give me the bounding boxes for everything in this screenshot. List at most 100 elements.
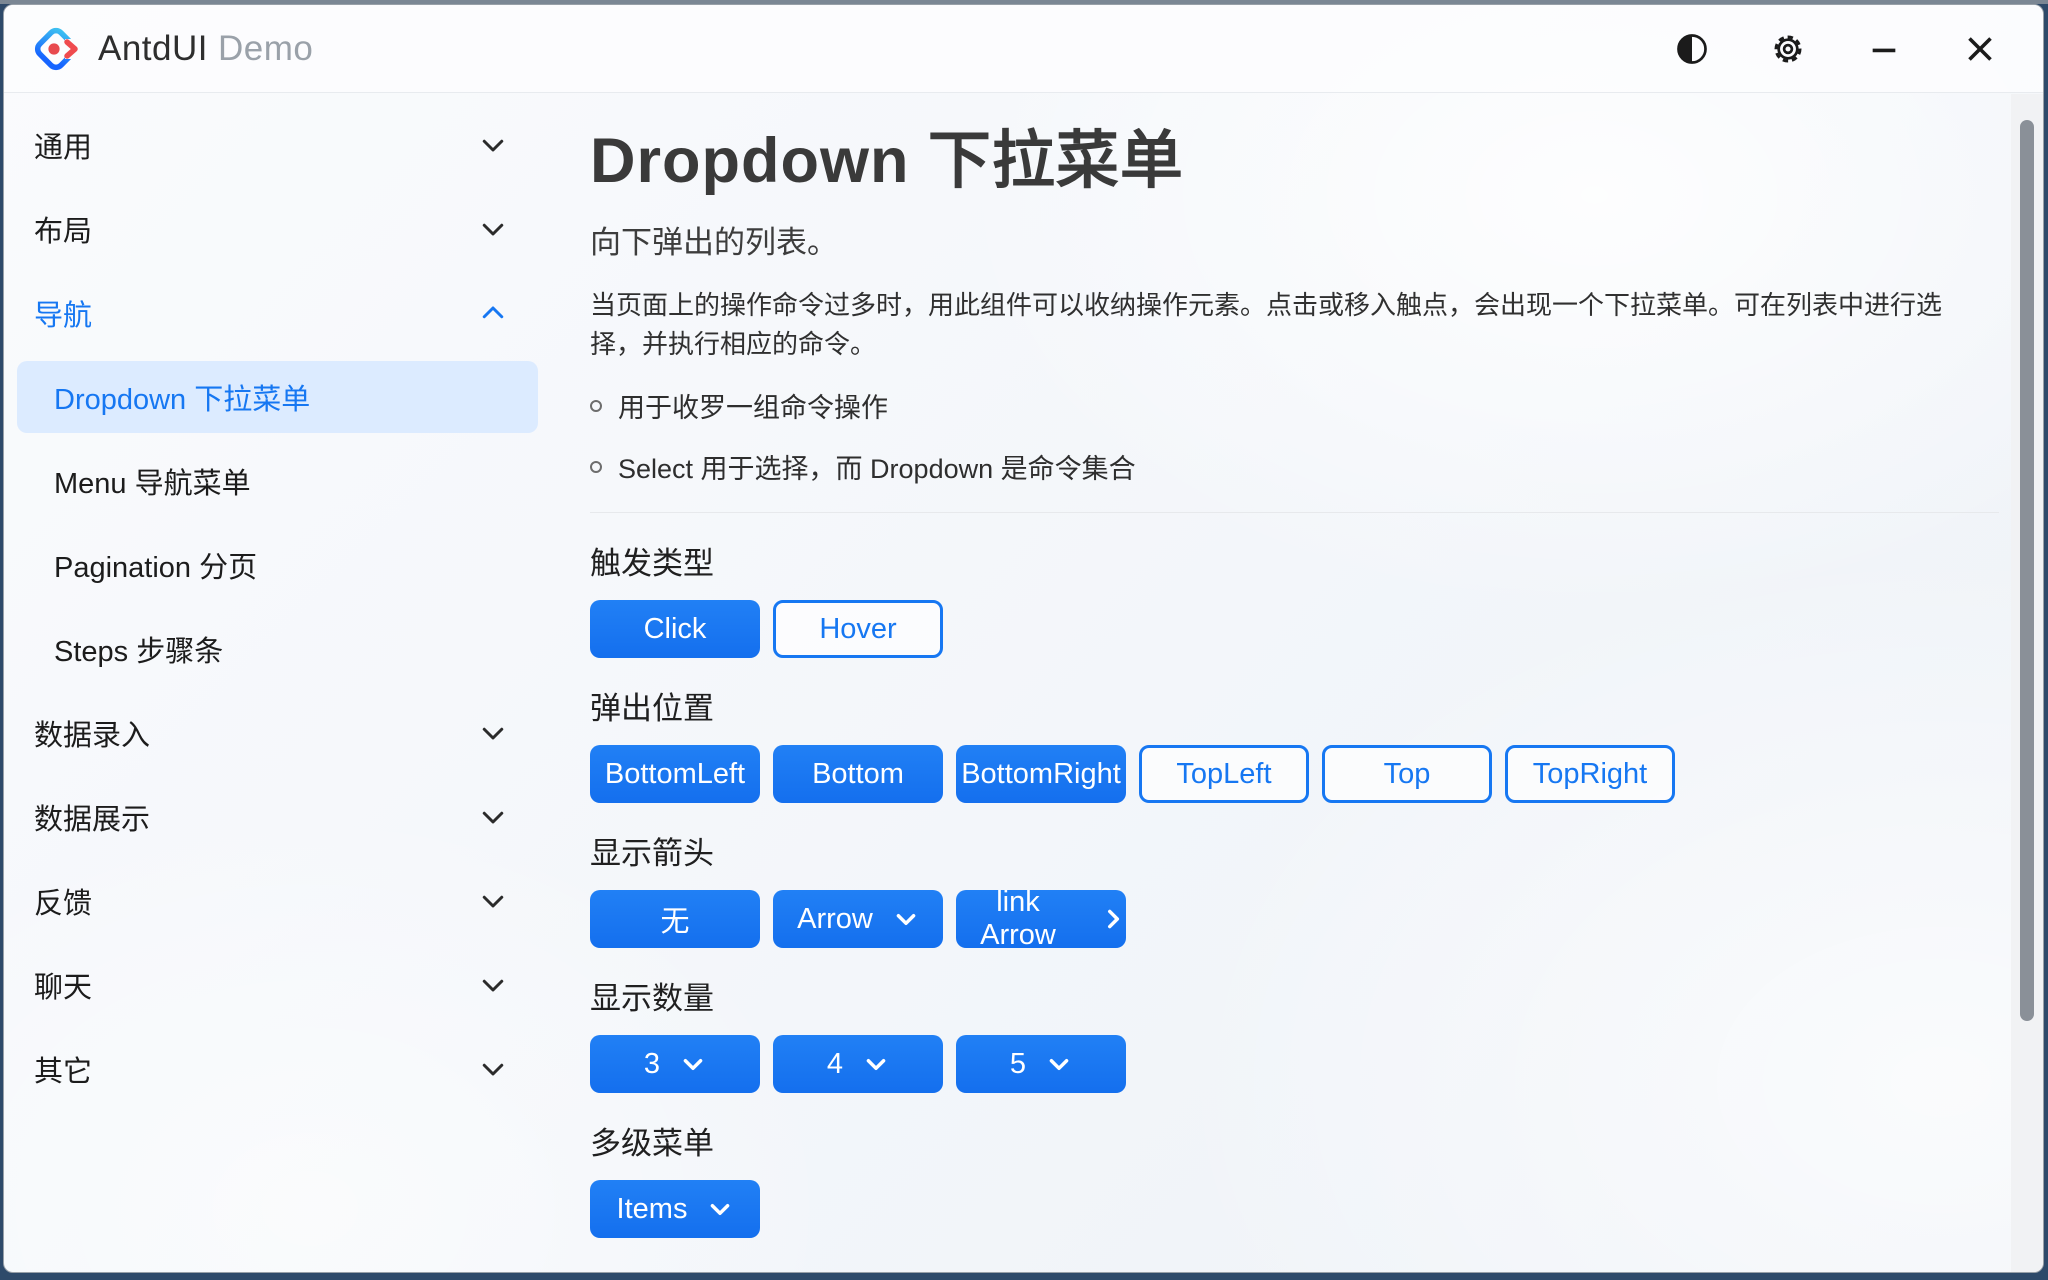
section-title-trigger-type: 触发类型	[590, 538, 1951, 583]
chevron-down-icon	[478, 130, 508, 160]
scrollbar-thumb[interactable]	[2020, 120, 2034, 1021]
hover-trigger-button[interactable]: Hover	[773, 600, 943, 658]
sidebar-group-label: 通用	[34, 124, 478, 166]
chevron-down-icon	[478, 886, 508, 916]
multilevel-menu-buttons: Items	[590, 1180, 1951, 1238]
close-icon	[1962, 31, 1998, 67]
sidebar-item-label: Pagination 分页	[54, 544, 508, 586]
sidebar-group-layout[interactable]: 布局	[4, 187, 552, 271]
link-arrow-button[interactable]: link Arrow	[956, 890, 1126, 948]
click-trigger-button[interactable]: Click	[590, 600, 760, 658]
chevron-down-icon	[478, 214, 508, 244]
arrow-button[interactable]: Arrow	[773, 890, 943, 948]
sidebar-group-data-display[interactable]: 数据展示	[4, 775, 552, 859]
chevron-down-icon	[863, 1051, 889, 1077]
button-label: 4	[827, 1048, 843, 1081]
sidebar-item-label: Steps 步骤条	[54, 628, 508, 670]
app-logo-icon	[32, 25, 80, 73]
show-arrow-buttons: 无 Arrow link Arrow	[590, 890, 1951, 948]
button-label: Click	[644, 613, 707, 646]
items-dropdown[interactable]: Items	[590, 1180, 760, 1238]
app-name-suffix: Demo	[218, 29, 313, 68]
scrollbar[interactable]	[2011, 94, 2043, 1272]
section-title-display-count: 显示数量	[590, 973, 1951, 1018]
chevron-up-icon	[478, 298, 508, 328]
button-label: Items	[617, 1193, 688, 1226]
button-label: Hover	[819, 613, 896, 646]
section-title-icon-menu: 图标菜单	[590, 1264, 1951, 1272]
button-label: TopLeft	[1176, 758, 1271, 791]
section-title-popup-position: 弹出位置	[590, 683, 1951, 728]
sidebar-group-label: 其它	[34, 1048, 478, 1090]
chevron-down-icon	[893, 906, 919, 932]
gear-icon	[1770, 31, 1806, 67]
sidebar-group-navigation[interactable]: 导航	[4, 271, 552, 355]
count-4-dropdown[interactable]: 4	[773, 1035, 943, 1093]
sidebar-item-label: Dropdown 下拉菜单	[54, 376, 508, 418]
settings-button[interactable]	[1753, 19, 1823, 79]
trigger-type-buttons: Click Hover	[590, 600, 1951, 658]
button-label: 无	[660, 898, 689, 940]
app-name: AntdUI	[98, 29, 208, 68]
sidebar-item-pagination[interactable]: Pagination 分页	[4, 523, 552, 607]
bullet-item: 用于收罗一组命令操作	[590, 386, 1951, 425]
sidebar-group-label: 数据展示	[34, 796, 478, 838]
count-5-dropdown[interactable]: 5	[956, 1035, 1126, 1093]
button-label: Top	[1384, 758, 1431, 791]
page-description: 当页面上的操作命令过多时，用此组件可以收纳操作元素。点击或移入触点，会出现一个下…	[590, 286, 1951, 364]
minimize-icon	[1867, 32, 1901, 66]
section-title-multilevel-menu: 多级菜单	[590, 1118, 1951, 1163]
chevron-down-icon	[478, 970, 508, 1000]
sidebar-group-label: 布局	[34, 208, 478, 250]
topleft-position-button[interactable]: TopLeft	[1139, 745, 1309, 803]
bullet-text: Select 用于选择，而 Dropdown 是命令集合	[618, 447, 1136, 486]
sidebar-group-other[interactable]: 其它	[4, 1027, 552, 1111]
popup-position-buttons: BottomLeft Bottom BottomRight TopLeft To…	[590, 745, 1951, 803]
button-label: Arrow	[797, 903, 873, 936]
sidebar: 通用 布局 导航 Dropdown 下拉菜单 Menu 导航菜单 Paginat…	[4, 94, 552, 1272]
topright-position-button[interactable]: TopRight	[1505, 745, 1675, 803]
minimize-button[interactable]	[1849, 19, 1919, 79]
section-divider	[590, 512, 1999, 513]
bullet-text: 用于收罗一组命令操作	[618, 386, 888, 425]
button-label: 3	[644, 1048, 660, 1081]
titlebar: AntdUI Demo	[4, 5, 2043, 93]
chevron-down-icon	[478, 802, 508, 832]
chevron-down-icon	[1046, 1051, 1072, 1077]
page-subtitle: 向下弹出的列表。	[590, 217, 1951, 262]
sidebar-group-data-entry[interactable]: 数据录入	[4, 691, 552, 775]
button-label: BottomLeft	[605, 758, 745, 791]
bottomright-position-button[interactable]: BottomRight	[956, 745, 1126, 803]
app-window: AntdUI Demo	[3, 4, 2044, 1273]
main-content: Dropdown 下拉菜单 向下弹出的列表。 当页面上的操作命令过多时，用此组件…	[552, 94, 2011, 1272]
sidebar-item-menu[interactable]: Menu 导航菜单	[4, 439, 552, 523]
section-title-show-arrow: 显示箭头	[590, 828, 1951, 873]
sidebar-group-chat[interactable]: 聊天	[4, 943, 552, 1027]
display-count-buttons: 3 4 5	[590, 1035, 1951, 1093]
button-label: Bottom	[812, 758, 904, 791]
bottom-position-button[interactable]: Bottom	[773, 745, 943, 803]
sidebar-group-label: 导航	[34, 292, 478, 334]
sidebar-item-steps[interactable]: Steps 步骤条	[4, 607, 552, 691]
bullet-item: Select 用于选择，而 Dropdown 是命令集合	[590, 447, 1951, 486]
app-title: AntdUI Demo	[98, 29, 313, 69]
button-label: link Arrow	[956, 886, 1080, 952]
close-button[interactable]	[1945, 19, 2015, 79]
sidebar-item-dropdown[interactable]: Dropdown 下拉菜单	[4, 355, 552, 439]
sidebar-group-general[interactable]: 通用	[4, 103, 552, 187]
count-3-dropdown[interactable]: 3	[590, 1035, 760, 1093]
chevron-right-icon	[1100, 906, 1126, 932]
top-position-button[interactable]: Top	[1322, 745, 1492, 803]
no-arrow-button[interactable]: 无	[590, 890, 760, 948]
sidebar-group-label: 数据录入	[34, 712, 478, 754]
chevron-down-icon	[680, 1051, 706, 1077]
bullet-circle-icon	[590, 461, 602, 473]
half-moon-icon	[1674, 31, 1710, 67]
sidebar-group-label: 聊天	[34, 964, 478, 1006]
theme-toggle-button[interactable]	[1657, 19, 1727, 79]
bottomleft-position-button[interactable]: BottomLeft	[590, 745, 760, 803]
sidebar-group-feedback[interactable]: 反馈	[4, 859, 552, 943]
chevron-down-icon	[478, 1054, 508, 1084]
chevron-down-icon	[707, 1196, 733, 1222]
bullet-circle-icon	[590, 400, 602, 412]
